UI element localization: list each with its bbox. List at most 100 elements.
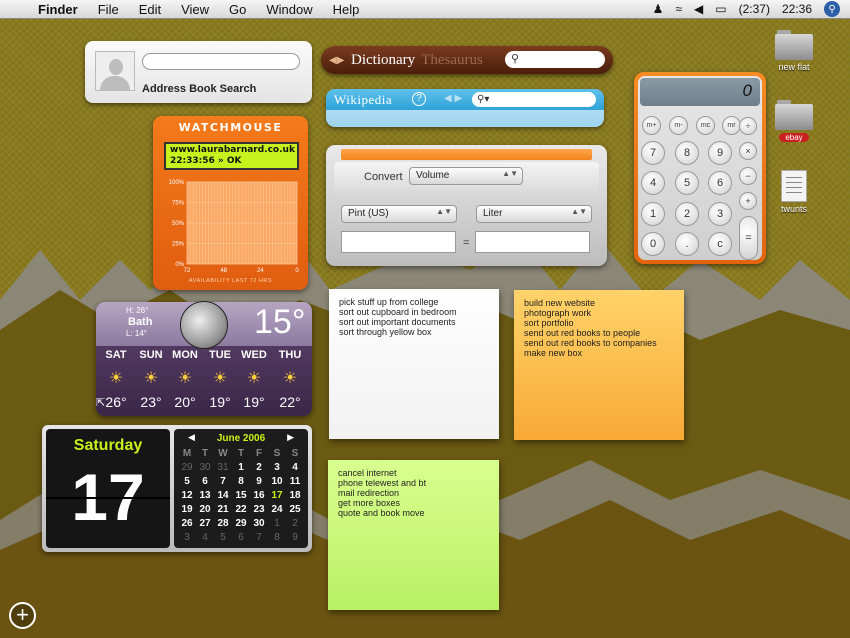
menu-help[interactable]: Help [323, 2, 370, 17]
calendar-day[interactable]: 2 [250, 462, 268, 476]
calendar-day[interactable]: 17 [268, 490, 286, 504]
wifi-icon[interactable]: ≈ [675, 2, 682, 16]
calendar-day[interactable]: 6 [196, 476, 214, 490]
menu-finder[interactable]: Finder [34, 2, 88, 17]
calendar-day[interactable]: 1 [268, 518, 286, 532]
menu-edit[interactable]: Edit [129, 2, 171, 17]
calendar-day[interactable]: 8 [268, 532, 286, 546]
calendar-day[interactable]: 30 [196, 462, 214, 476]
to-value-input[interactable] [475, 231, 590, 253]
calendar-day[interactable]: 18 [286, 490, 304, 504]
dictionary-nav-arrows-icon[interactable]: ◀▶ [329, 55, 351, 66]
key-3-button[interactable]: 3 [708, 202, 732, 226]
calendar-day[interactable]: 7 [214, 476, 232, 490]
calendar-day[interactable]: 10 [268, 476, 286, 490]
calendar-day[interactable]: 22 [232, 504, 250, 518]
flip-date[interactable]: Saturday 17 [46, 429, 170, 548]
calendar-day[interactable]: 27 [196, 518, 214, 532]
menu-view[interactable]: View [171, 2, 219, 17]
calendar-day[interactable]: 9 [250, 476, 268, 490]
wikipedia-help-icon[interactable]: ? [412, 92, 426, 106]
key-4-button[interactable]: 4 [641, 171, 665, 195]
calendar-day[interactable]: 8 [232, 476, 250, 490]
next-month-icon[interactable]: ▶ [287, 432, 294, 443]
equals-button[interactable]: = [739, 216, 758, 260]
minus-button[interactable]: − [739, 167, 757, 185]
calendar-day[interactable]: 13 [196, 490, 214, 504]
volume-icon[interactable]: ◀ [694, 2, 703, 16]
calendar-day[interactable]: 15 [232, 490, 250, 504]
calendar-day[interactable]: 11 [286, 476, 304, 490]
spotlight-icon[interactable]: ⚲ [824, 1, 840, 17]
key-6-button[interactable]: 6 [708, 171, 732, 195]
battery-icon[interactable]: ▭ [715, 2, 726, 16]
sticky-note-orange[interactable]: build new website photograph work sort por… [514, 290, 684, 440]
to-unit-select[interactable]: Liter ▲▼ [476, 205, 592, 223]
calendar-day[interactable]: 26 [178, 518, 196, 532]
calendar-day[interactable]: 14 [214, 490, 232, 504]
calendar-day[interactable]: 29 [232, 518, 250, 532]
calendar-day[interactable]: 9 [286, 532, 304, 546]
calendar-day[interactable]: 28 [214, 518, 232, 532]
sticky-note-white[interactable]: pick stuff up from college sort out cupbo… [329, 289, 499, 439]
dictionary-tab[interactable]: Dictionary [351, 52, 415, 69]
menu-file[interactable]: File [88, 2, 129, 17]
key-0-button[interactable]: 0 [641, 232, 665, 256]
calendar-day[interactable]: 12 [178, 490, 196, 504]
desktop-folder-ebay[interactable]: ebay [766, 96, 822, 142]
memory-plus-button[interactable]: m+ [642, 116, 661, 135]
thesaurus-tab[interactable]: Thesaurus [421, 52, 483, 69]
calendar-day[interactable]: 1 [232, 462, 250, 476]
calendar-day[interactable]: 3 [178, 532, 196, 546]
calendar-day[interactable]: 7 [250, 532, 268, 546]
decimal-button[interactable]: . [675, 232, 699, 256]
add-widget-icon[interactable]: + [9, 602, 36, 629]
calendar-day[interactable]: 29 [178, 462, 196, 476]
calendar-day[interactable]: 5 [178, 476, 196, 490]
key-8-button[interactable]: 8 [675, 141, 699, 165]
desktop-folder-new-flat[interactable]: new flat [766, 26, 822, 72]
key-9-button[interactable]: 9 [708, 141, 732, 165]
from-unit-select[interactable]: Pint (US) ▲▼ [341, 205, 457, 223]
menu-go[interactable]: Go [219, 2, 256, 17]
widget-close-icon[interactable]: ⇱ [96, 396, 112, 412]
desktop-file-twunts[interactable]: twunts [766, 170, 822, 214]
key-1-button[interactable]: 1 [641, 202, 665, 226]
divide-button[interactable]: ÷ [739, 117, 757, 135]
calendar-day[interactable]: 20 [196, 504, 214, 518]
battery-time[interactable]: (2:37) [739, 2, 770, 16]
key-7-button[interactable]: 7 [641, 141, 665, 165]
sticky-note-green[interactable]: cancel internet phone telewest and bt mail… [328, 460, 499, 610]
clear-button[interactable]: c [708, 232, 732, 256]
key-5-button[interactable]: 5 [675, 171, 699, 195]
calendar-day[interactable]: 31 [214, 462, 232, 476]
calendar-day[interactable]: 19 [178, 504, 196, 518]
key-2-button[interactable]: 2 [675, 202, 699, 226]
calendar-day[interactable]: 3 [268, 462, 286, 476]
wikipedia-search-input[interactable]: ⚲▾ [472, 92, 596, 107]
address-book-search-input[interactable] [142, 53, 300, 70]
multiply-button[interactable]: × [739, 142, 757, 160]
calendar-day[interactable]: 4 [286, 462, 304, 476]
calendar-day[interactable]: 2 [286, 518, 304, 532]
category-select[interactable]: Volume ▲▼ [409, 167, 523, 185]
calendar-day[interactable]: 23 [250, 504, 268, 518]
watchmouse-status-display[interactable]: www.laurabarnard.co.uk 22:33:56 » OK [164, 142, 299, 170]
from-value-input[interactable] [341, 231, 456, 253]
dictionary-search-input[interactable]: ⚲ [505, 51, 605, 68]
wikipedia-nav-arrows-icon[interactable]: ◀ ▶ [444, 93, 462, 104]
calendar-day[interactable]: 16 [250, 490, 268, 504]
user-icon[interactable]: ♟ [653, 2, 664, 16]
calendar-day[interactable]: 21 [214, 504, 232, 518]
calendar-day[interactable]: 5 [214, 532, 232, 546]
memory-minus-button[interactable]: m- [669, 116, 688, 135]
calendar-day[interactable]: 30 [250, 518, 268, 532]
menu-window[interactable]: Window [256, 2, 322, 17]
calendar-day[interactable]: 24 [268, 504, 286, 518]
menu-clock[interactable]: 22:36 [782, 2, 812, 16]
calendar-day[interactable]: 6 [232, 532, 250, 546]
memory-clear-button[interactable]: mc [696, 116, 715, 135]
calendar-day[interactable]: 4 [196, 532, 214, 546]
calendar-day[interactable]: 25 [286, 504, 304, 518]
plus-button[interactable]: + [739, 192, 757, 210]
